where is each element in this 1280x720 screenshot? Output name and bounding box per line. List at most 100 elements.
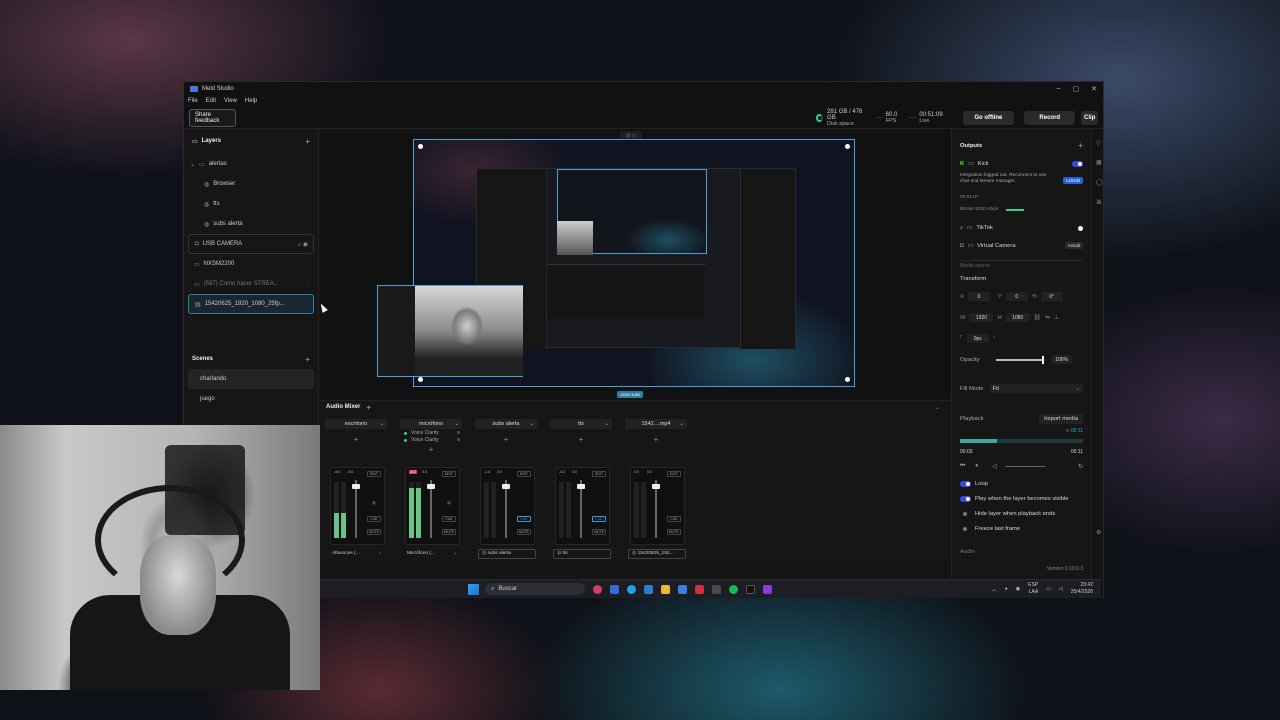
- resize-handle[interactable]: [845, 144, 850, 149]
- pause-icon[interactable]: ⏸: [975, 463, 978, 470]
- webcam-layer-frame[interactable]: [377, 285, 523, 377]
- app-icon[interactable]: [678, 584, 687, 594]
- layer-video-selected[interactable]: ▤ 15420625_1920_1080_25fp...: [188, 294, 314, 314]
- login-button[interactable]: LOGIN: [1062, 177, 1083, 184]
- add-output-button[interactable]: +: [1078, 141, 1083, 150]
- settings-icon[interactable]: ⚙: [1096, 529, 1101, 536]
- fader-knob[interactable]: [427, 484, 435, 489]
- volume-fader[interactable]: [427, 480, 435, 538]
- strip-device[interactable]: Altavoces (... ⌄: [328, 549, 386, 559]
- layers-sidebar-icon[interactable]: ▦: [1096, 159, 1102, 166]
- share-feedback-button[interactable]: Share feedback: [189, 108, 236, 127]
- fader-knob[interactable]: [502, 484, 510, 489]
- volume-fader[interactable]: [352, 480, 360, 538]
- tray-chevron-icon[interactable]: ︿: [992, 586, 997, 593]
- layer-nxsm2200[interactable]: ▭ NXSM2200: [184, 254, 318, 274]
- menu-view[interactable]: View: [224, 98, 237, 104]
- scene-preview[interactable]: 1920×1080: [377, 139, 855, 398]
- cue-button[interactable]: CUE: [442, 516, 456, 522]
- previous-icon[interactable]: ⏮: [960, 463, 965, 470]
- windows-start-icon[interactable]: [468, 583, 479, 595]
- flip-icon[interactable]: ⇋: [1045, 315, 1050, 321]
- chat-icon[interactable]: ◯: [1096, 179, 1103, 186]
- edit-button[interactable]: EDIT: [442, 471, 456, 477]
- mute-button[interactable]: MUTE: [442, 529, 456, 535]
- add-filter-button[interactable]: +: [325, 435, 387, 444]
- strip-name[interactable]: micrófono ⌄: [400, 419, 462, 429]
- tray-app-icon[interactable]: ●: [1005, 586, 1008, 592]
- opacity-slider[interactable]: [995, 355, 1044, 364]
- cue-button[interactable]: CUE: [667, 516, 681, 522]
- strip-device[interactable]: Micrófono (... ⌄: [403, 549, 461, 559]
- mute-button[interactable]: MUTE: [592, 529, 606, 535]
- collapse-mixer-icon[interactable]: ⌄: [935, 404, 940, 411]
- scene-charlando[interactable]: charlando: [188, 369, 314, 389]
- add-audio-button[interactable]: +: [366, 403, 371, 412]
- fader-knob[interactable]: [352, 484, 360, 489]
- edit-button[interactable]: EDIT: [667, 471, 681, 477]
- taskbar-search[interactable]: ⌕ Buscar: [485, 583, 585, 595]
- edit-button[interactable]: EDIT: [517, 471, 531, 477]
- y-input[interactable]: 0: [1005, 292, 1028, 301]
- volume-slider[interactable]: [1004, 466, 1045, 467]
- repeat-icon[interactable]: ↻: [1078, 464, 1083, 470]
- tiktok-app-icon[interactable]: [746, 584, 755, 594]
- timeline-track[interactable]: [960, 439, 1083, 443]
- strip-device[interactable]: ◍ subs alerta: [478, 549, 536, 559]
- app-icon[interactable]: [593, 584, 602, 594]
- explorer-icon[interactable]: [661, 584, 670, 594]
- volume-fader[interactable]: [577, 480, 585, 538]
- edge-icon[interactable]: [627, 584, 636, 594]
- diamond-icon[interactable]: ◇: [1096, 139, 1101, 146]
- add-filter-button[interactable]: +: [475, 435, 537, 444]
- link-sidebar-icon[interactable]: ⌘: [1096, 199, 1102, 206]
- fader-knob[interactable]: [652, 484, 660, 489]
- output-kick[interactable]: K ▭ Kick: [960, 161, 1083, 167]
- volume-fader[interactable]: [652, 480, 660, 538]
- app-icon[interactable]: [695, 584, 704, 594]
- scene-juego[interactable]: juego: [188, 389, 314, 409]
- mail-icon[interactable]: [712, 584, 721, 594]
- opacity-knob[interactable]: [1041, 355, 1044, 364]
- strip-name[interactable]: escritorio ⌄: [325, 419, 387, 429]
- strip-device[interactable]: ◍ 15420625_192...: [628, 549, 686, 559]
- network-icon[interactable]: ▭: [1046, 586, 1051, 592]
- strip-device[interactable]: ◍ tts: [553, 549, 611, 559]
- kick-toggle[interactable]: [1072, 161, 1083, 167]
- radius-input[interactable]: 0px: [966, 334, 989, 343]
- lock-visibility-icon[interactable]: ⌂ ◉: [297, 241, 308, 248]
- app-icon[interactable]: [610, 584, 619, 594]
- layer-subs-alerta[interactable]: ◍ subs alerta: [184, 214, 318, 234]
- mute-button[interactable]: MUTE: [517, 529, 531, 535]
- minimize-button[interactable]: –: [1057, 85, 1061, 93]
- app-icon[interactable]: [763, 584, 772, 594]
- record-button[interactable]: Record: [1024, 110, 1076, 125]
- menu-edit[interactable]: Edit: [206, 98, 216, 104]
- output-tiktok[interactable]: ♪ ▭ TikTok: [960, 225, 1083, 231]
- edit-button[interactable]: EDIT: [592, 471, 606, 477]
- playback-timeline[interactable]: [960, 438, 1083, 444]
- cue-button[interactable]: CUE: [592, 516, 606, 522]
- play-visible-toggle[interactable]: [960, 496, 971, 502]
- width-input[interactable]: 1920: [969, 313, 994, 322]
- link-icon[interactable]: ⛓: [367, 501, 381, 507]
- fader-knob[interactable]: [577, 484, 585, 489]
- layer-usb-camera[interactable]: ◘ USB CAMERA ⌂ ◉: [188, 234, 314, 254]
- freeze-toggle[interactable]: [963, 527, 967, 531]
- resize-handle[interactable]: [418, 377, 423, 382]
- layer-youtube[interactable]: ▭ (597) Como hacer STREA... ◌: [184, 274, 318, 294]
- go-offline-button[interactable]: Go offline: [962, 110, 1015, 125]
- close-button[interactable]: ✕: [1091, 85, 1097, 93]
- filter-settings-icon[interactable]: ≡: [457, 437, 460, 443]
- link-icon[interactable]: ⛓: [442, 501, 456, 507]
- resize-handle[interactable]: [845, 377, 850, 382]
- install-button[interactable]: Install: [1065, 242, 1083, 249]
- language-indicator[interactable]: ESP LAA: [1028, 582, 1038, 596]
- fill-mode-select[interactable]: Fit ⌄: [989, 384, 1083, 393]
- strip-name[interactable]: tts ⌄: [550, 419, 612, 429]
- add-filter-button[interactable]: +: [625, 435, 687, 444]
- spotify-icon[interactable]: [729, 584, 738, 594]
- opacity-value[interactable]: 100%: [1051, 355, 1072, 364]
- add-scene-button[interactable]: +: [305, 355, 310, 364]
- output-virtual-camera[interactable]: ◘ ▭ Virtual Camera Install: [960, 242, 1083, 249]
